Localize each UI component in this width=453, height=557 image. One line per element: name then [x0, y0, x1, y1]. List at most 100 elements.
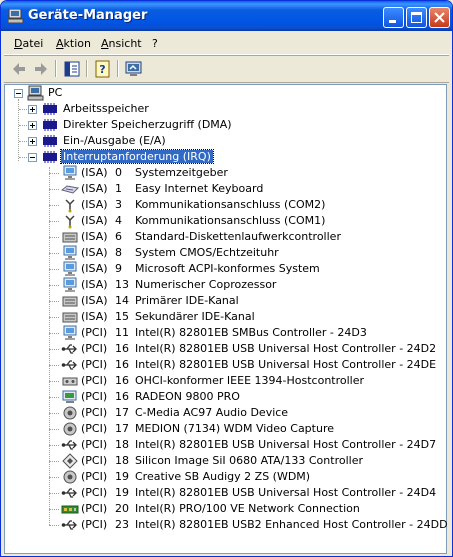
irq-bus: (ISA)	[81, 294, 108, 307]
port-icon	[65, 215, 75, 229]
tree-root-label: PC	[48, 86, 63, 99]
irq-bus: (PCI)	[81, 518, 108, 531]
category-label: Ein-/Ausgabe (E/A)	[63, 134, 166, 147]
irq-row[interactable]: (PCI) 17 C-Media AC97 Audio Device	[49, 405, 444, 421]
forward-arrow-icon[interactable]	[31, 59, 51, 79]
irq-row[interactable]: (ISA) 6 Standard-Diskettenlaufwerkcontroll…	[49, 229, 444, 245]
collapse-toggle[interactable]	[14, 89, 23, 98]
irq-device-name: Creative SB Audigy 2 ZS (WDM)	[135, 470, 311, 483]
irq-number: 14	[115, 294, 129, 307]
monitor-icon	[63, 261, 77, 276]
irq-device-name: Intel(R) 82801EB USB Universal Host Cont…	[135, 438, 437, 451]
tree-connector	[49, 317, 59, 318]
close-button[interactable]	[429, 7, 450, 28]
irq-number: 19	[115, 470, 129, 483]
irq-row[interactable]: (PCI) 16 Intel(R) 82801EB USB Universal Ho…	[49, 341, 444, 357]
expand-toggle[interactable]	[28, 105, 37, 114]
irq-bus: (ISA)	[81, 230, 108, 243]
irq-row[interactable]: (PCI) 16 OHCI-konformer IEEE 1394-Hostcont…	[49, 373, 444, 389]
back-arrow-icon[interactable]	[9, 59, 29, 79]
irq-row[interactable]: (PCI) 18 Intel(R) 82801EB USB Universal Ho…	[49, 437, 444, 453]
usb-icon	[61, 488, 77, 498]
tree-connector	[49, 477, 59, 478]
category-dma[interactable]: Direkter Speicherzugriff (DMA)	[19, 117, 349, 133]
irq-bus: (PCI)	[81, 422, 108, 435]
irq-bus: (PCI)	[81, 486, 108, 499]
category-label: Interruptanforderung (IRQ)	[60, 149, 214, 164]
speaker-icon	[63, 422, 77, 436]
irq-row[interactable]: (PCI) 16 Intel(R) 82801EB USB Universal Ho…	[49, 357, 444, 373]
irq-number: 13	[115, 278, 129, 291]
title-bar[interactable]: Geräte-Manager	[1, 1, 452, 31]
irq-bus: (ISA)	[81, 182, 108, 195]
irq-row[interactable]: (PCI) 11 Intel(R) 82801EB SMBus Controller…	[49, 325, 444, 341]
irq-row[interactable]: (PCI) 19 Creative SB Audigy 2 ZS (WDM)	[49, 469, 444, 485]
scan-hardware-icon[interactable]	[124, 59, 144, 79]
tree-connector	[49, 397, 59, 398]
irq-row[interactable]: (ISA) 15 Sekundärer IDE-Kanal	[49, 309, 444, 325]
irq-number: 18	[115, 454, 129, 467]
irq-device-name: Intel(R) 82801EB SMBus Controller - 24D3	[135, 326, 367, 339]
irq-row[interactable]: (PCI) 18 Silicon Image SiI 0680 ATA/133 Co…	[49, 453, 444, 469]
irq-row[interactable]: (PCI) 19 Intel(R) 82801EB USB Universal Ho…	[49, 485, 444, 501]
memory-chip-icon	[43, 151, 57, 163]
drive-controller-icon	[62, 312, 78, 323]
tree-connector	[49, 205, 59, 206]
minimize-button[interactable]	[383, 7, 404, 28]
menu-aktion[interactable]: Aktion	[56, 37, 91, 50]
irq-number: 20	[115, 502, 129, 515]
expand-toggle[interactable]	[28, 137, 37, 146]
irq-row[interactable]: (PCI) 23 Intel(R) 82801EB USB2 Enhanced Ho…	[49, 517, 448, 533]
tree-connector	[49, 349, 59, 350]
minimize-icon	[389, 20, 396, 23]
device-tree[interactable]: PC Arbeitsspeicher Direkter Speicherzugr…	[4, 84, 448, 554]
menu-help[interactable]: ?	[152, 37, 158, 50]
tree-connector	[49, 173, 59, 174]
properties-list-icon[interactable]	[62, 59, 82, 79]
collapse-toggle[interactable]	[28, 153, 37, 162]
irq-device-name: RADEON 9800 PRO	[135, 390, 240, 403]
computer-icon	[8, 9, 24, 23]
tree-root-pc[interactable]: PC	[10, 85, 310, 101]
display-adapter-icon	[62, 390, 77, 403]
irq-bus: (ISA)	[81, 278, 108, 291]
speaker-icon	[63, 470, 77, 484]
irq-row[interactable]: (ISA) 8 System CMOS/Echtzeituhr	[49, 245, 444, 261]
tree-connector	[49, 221, 59, 222]
tree-connector	[49, 253, 59, 254]
category-arbeitsspeicher[interactable]: Arbeitsspeicher	[19, 101, 349, 117]
usb-icon	[61, 520, 77, 530]
irq-number: 1	[115, 182, 122, 195]
help-document-icon[interactable]: ?	[93, 59, 113, 79]
category-io[interactable]: Ein-/Ausgabe (E/A)	[19, 133, 349, 149]
irq-row[interactable]: (ISA) 14 Primärer IDE-Kanal	[49, 293, 444, 309]
irq-number: 19	[115, 486, 129, 499]
irq-bus: (PCI)	[81, 374, 108, 387]
irq-row[interactable]: (ISA) 1 Easy Internet Keyboard	[49, 181, 444, 197]
tree-connector	[19, 125, 27, 126]
irq-row[interactable]: (ISA) 13 Numerischer Coprozessor	[49, 277, 444, 293]
tree-connector	[49, 285, 59, 286]
irq-row[interactable]: (PCI) 16 RADEON 9800 PRO	[49, 389, 444, 405]
irq-row[interactable]: (PCI) 17 MEDION (7134) WDM Video Capture	[49, 421, 444, 437]
expand-toggle[interactable]	[28, 121, 37, 130]
irq-row[interactable]: (ISA) 0 Systemzeitgeber	[49, 165, 444, 181]
tree-connector	[49, 301, 59, 302]
irq-row[interactable]: (ISA) 3 Kommunikationsanschluss (COM2)	[49, 197, 444, 213]
irq-device-name: Primärer IDE-Kanal	[135, 294, 239, 307]
irq-number: 8	[115, 246, 122, 259]
irq-row[interactable]: (ISA) 4 Kommunikationsanschluss (COM1)	[49, 213, 444, 229]
irq-number: 16	[115, 342, 129, 355]
tree-connector	[49, 365, 59, 366]
category-irq[interactable]: Interruptanforderung (IRQ)	[19, 149, 349, 165]
menu-ansicht[interactable]: Ansicht	[101, 37, 142, 50]
irq-number: 11	[115, 326, 129, 339]
irq-number: 17	[115, 422, 129, 435]
maximize-button[interactable]	[406, 7, 427, 28]
irq-number: 16	[115, 390, 129, 403]
irq-row[interactable]: (PCI) 20 Intel(R) PRO/100 VE Network Conne…	[49, 501, 444, 517]
irq-row[interactable]: (ISA) 9 Microsoft ACPI-konformes System	[49, 261, 444, 277]
menu-datei[interactable]: Datei	[14, 37, 43, 50]
network-card-icon	[61, 505, 79, 514]
window-title: Geräte-Manager	[28, 8, 148, 23]
